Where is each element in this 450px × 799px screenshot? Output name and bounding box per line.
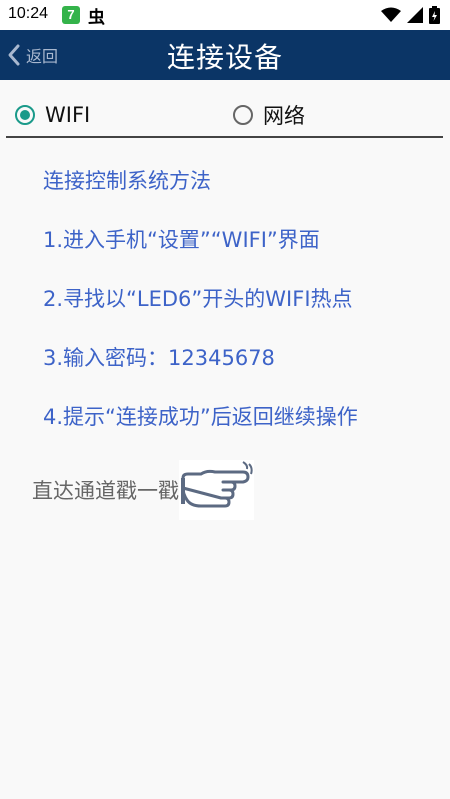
instruction-step: 1.进入手机“设置”“WIFI”界面 (43, 228, 320, 252)
instruction-step: 3.输入密码：12345678 (43, 346, 275, 370)
instruction-step: 2.寻找以“LED6”开头的WIFI热点 (43, 287, 353, 311)
status-time: 10:24 (8, 5, 49, 22)
radio-label-network: 网络 (263, 104, 305, 128)
radio-option-wifi[interactable]: WIFI (15, 102, 90, 128)
app-notification-icon: 7 (62, 6, 80, 24)
shortcut-label: 直达通道戳一戳 (32, 479, 179, 503)
pointing-hand-icon[interactable] (179, 460, 254, 520)
signal-icon (407, 7, 423, 23)
instruction-step: 4.提示“连接成功”后返回继续操作 (43, 405, 358, 429)
instructions-heading: 连接控制系统方法 (43, 169, 211, 193)
radio-unchecked-icon (233, 105, 253, 125)
status-icons (381, 5, 440, 25)
page-title: 连接设备 (166, 41, 283, 74)
connection-type-radio-group: WIFI 网络 (6, 96, 443, 138)
navigation-bar: 返回 连接设备 (0, 30, 450, 80)
radio-option-network[interactable]: 网络 (233, 102, 305, 128)
wifi-icon (381, 7, 401, 22)
battery-icon (429, 6, 440, 24)
status-bar: 10:24 7 虫 (0, 0, 450, 30)
radio-checked-icon (15, 105, 35, 125)
shortcut-link[interactable]: 直达通道戳一戳 (32, 460, 254, 520)
connection-instructions: 连接控制系统方法 1.进入手机“设置”“WIFI”界面 2.寻找以“LED6”开… (43, 163, 443, 458)
bug-notification-icon: 虫 (88, 8, 105, 28)
radio-label-wifi: WIFI (45, 103, 91, 127)
